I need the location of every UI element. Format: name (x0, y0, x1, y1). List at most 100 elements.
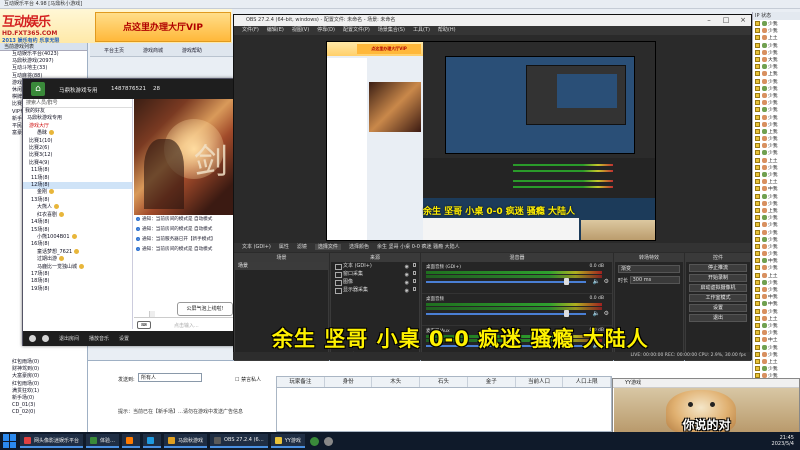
tree-item[interactable]: 新手场(0) (0, 395, 39, 402)
menu-item[interactable]: 工具(T) (413, 27, 430, 33)
room-item[interactable]: 比赛3(12) (23, 152, 132, 159)
player-row[interactable]: 少我 (753, 236, 800, 243)
player-row[interactable]: 少我 (753, 135, 800, 142)
control-button[interactable]: 设置 (689, 304, 747, 312)
source-toolbar-item[interactable]: 选择文件 (314, 244, 341, 250)
mute-private-checkbox[interactable]: ☐ 禁言私人 (235, 376, 261, 383)
gear-icon[interactable]: ⚙ (604, 278, 609, 285)
menu-item[interactable]: 视图(V) (292, 27, 309, 33)
menu-item[interactable]: 文件(F) (242, 27, 259, 33)
tree-item[interactable]: CD_01(3) (0, 402, 39, 409)
player-row[interactable]: 少我 (753, 351, 800, 358)
player-row[interactable]: 少我 (753, 264, 800, 271)
menu-item[interactable]: 编辑(E) (267, 27, 284, 33)
speaker-icon[interactable]: 🔈 (593, 278, 600, 285)
player-row[interactable]: 少我 (753, 149, 800, 156)
taskbar-app[interactable] (143, 434, 162, 448)
source-item[interactable]: 窗口采集 ◉ (331, 270, 419, 278)
player-row[interactable]: 上我 (753, 70, 800, 77)
close-icon[interactable]: × (735, 15, 751, 26)
room-item[interactable]: 马鼎秋游戏专用 (23, 115, 132, 122)
player-row[interactable]: 少我 (753, 329, 800, 336)
player-row[interactable]: 少我 (753, 99, 800, 106)
player-row[interactable]: 少我 (753, 92, 800, 99)
maximize-icon[interactable]: □ (718, 15, 734, 26)
room-item[interactable]: 14场(8) (23, 219, 132, 226)
home-icon[interactable]: ⌂ (31, 82, 45, 96)
room-item[interactable]: 15场(8) (23, 227, 132, 234)
column-header[interactable]: 金子 (468, 377, 516, 387)
player-row[interactable]: 少我 (753, 121, 800, 128)
column-header[interactable]: 人口上限 (563, 377, 612, 387)
player-row[interactable]: 少我 (753, 42, 800, 49)
player-row[interactable]: 少我 (753, 164, 800, 171)
player-row[interactable]: 上我 (753, 207, 800, 214)
taskbar-app[interactable]: 体验… (86, 434, 120, 448)
player-row[interactable]: 少我 (753, 279, 800, 286)
taskbar-app[interactable]: YY游戏 (270, 434, 305, 448)
menu-item[interactable]: 配置文件(P) (343, 27, 370, 33)
clock[interactable]: 21:45 2023/5/4 (772, 435, 794, 447)
speaker-icon[interactable]: 🔈 (593, 310, 600, 317)
room-item[interactable]: 11场(8) (23, 175, 132, 182)
room-item[interactable]: 比赛1(10) (23, 138, 132, 145)
play-music-button[interactable]: 播放音乐 (89, 335, 109, 342)
tree-item[interactable]: 大富豪房(0) (0, 373, 39, 380)
control-button[interactable]: 停止推流 (689, 264, 747, 272)
control-button[interactable]: 工作室模式 (689, 294, 747, 302)
lock-icon[interactable] (413, 279, 416, 283)
settings-button[interactable]: 设置 (119, 335, 129, 342)
player-row[interactable]: 大我 (753, 56, 800, 63)
volume-slider[interactable] (426, 313, 586, 315)
obs-preview-canvas[interactable]: 点这里办理大厅VIP 余生 坚哥 小桌 0-0 疯迷 骚瘾 大陆人 (326, 41, 656, 241)
lock-icon[interactable] (413, 287, 416, 291)
player-row[interactable]: 少我 (753, 78, 800, 85)
room-item[interactable]: 11场(8) (23, 167, 132, 174)
source-toolbar-item[interactable]: 余生 坚哥 小桌 0-0 疯迷 骚瘾 大陆人 (377, 244, 460, 250)
player-row[interactable]: 少我 (753, 200, 800, 207)
player-row[interactable]: 少我 (753, 243, 800, 250)
lock-icon[interactable] (413, 271, 416, 275)
source-item[interactable]: 文本 (GDI+) ◉ (331, 262, 419, 270)
room-item[interactable]: 16场(8) (23, 241, 132, 248)
tree-item[interactable]: 满贯狂欢(1) (0, 388, 39, 395)
control-button[interactable]: 开始录制 (689, 274, 747, 282)
control-button[interactable]: 退出 (689, 314, 747, 322)
vip-banner-button[interactable]: 点这里办理大厅VIP (95, 12, 231, 42)
player-row[interactable]: 少我 (753, 365, 800, 372)
player-row[interactable]: 上土 (753, 315, 800, 322)
player-row[interactable]: 少我 (753, 171, 800, 178)
lock-icon[interactable] (413, 263, 416, 267)
player-row[interactable]: 少我 (753, 286, 800, 293)
exit-room-button[interactable]: 退出房间 (59, 335, 79, 342)
menu-item[interactable]: 停靠(D) (317, 27, 335, 33)
room-item[interactable]: 愚昧 (23, 130, 132, 137)
player-row[interactable]: 上土 (753, 358, 800, 365)
transition-type-select[interactable]: 渐变 (618, 265, 680, 273)
player-row[interactable]: 中我 (753, 257, 800, 264)
column-header[interactable]: 玩家备注 (277, 377, 325, 387)
player-row[interactable]: 少我 (753, 221, 800, 228)
room-item[interactable]: 金刚 (23, 189, 132, 196)
player-row[interactable]: 中土 (753, 336, 800, 343)
source-toolbar-item[interactable]: 滤镜 (297, 244, 307, 250)
player-row[interactable]: 中我 (753, 300, 800, 307)
source-toolbar-item[interactable]: 选择颜色 (349, 244, 369, 250)
taskbar-app[interactable]: 网头像影迷娱乐平台 (20, 434, 84, 448)
taskbar-app[interactable]: 马鼎秋游戏 (164, 434, 208, 448)
shop-button[interactable]: 游戏商城 (143, 47, 163, 54)
player-row[interactable]: 少我 (753, 63, 800, 70)
player-row[interactable]: 少我 (753, 214, 800, 221)
player-row[interactable]: 少我 (753, 343, 800, 351)
column-header[interactable]: 木头 (372, 377, 421, 387)
player-row[interactable]: 少我 (753, 20, 800, 27)
taskbar-app[interactable] (122, 434, 141, 448)
player-row[interactable]: 少我 (753, 322, 800, 329)
source-toolbar-item[interactable]: 属性 (279, 244, 289, 250)
column-header[interactable]: 身份 (325, 377, 373, 387)
room-item[interactable]: 大熊人 (23, 204, 132, 211)
room-item[interactable]: 红衣喜剧 (23, 211, 132, 219)
player-row[interactable]: 上土 (753, 34, 800, 41)
menu-item[interactable]: 帮助(H) (438, 27, 456, 33)
transition-duration-input[interactable]: 300 ms (629, 276, 680, 284)
